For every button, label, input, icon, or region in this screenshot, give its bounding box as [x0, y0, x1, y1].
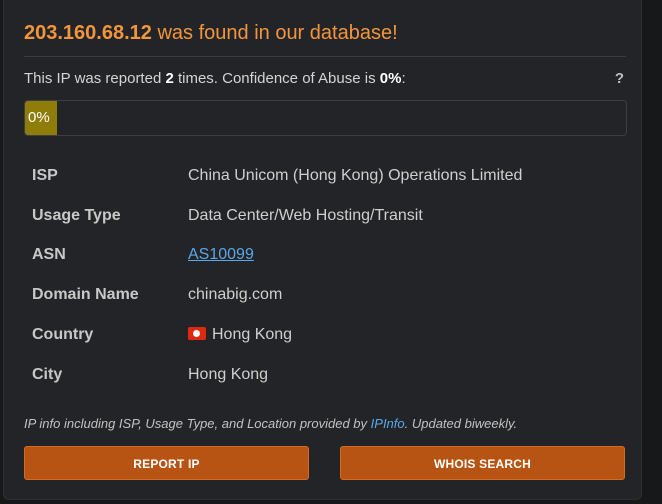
- table-row-country: Country Hong Kong: [24, 315, 626, 355]
- report-count: 2: [165, 70, 174, 87]
- country-value: Hong Kong: [212, 326, 293, 344]
- summary-end: :: [401, 70, 406, 87]
- table-row-domain: Domain Name chinabig.com: [24, 275, 626, 315]
- title-suffix: was found in our database!: [151, 22, 398, 44]
- ip-details-table: ISP China Unicom (Hong Kong) Operations …: [24, 156, 626, 395]
- table-row-isp: ISP China Unicom (Hong Kong) Operations …: [24, 156, 626, 196]
- confidence-value: 0%: [379, 70, 402, 87]
- asn-cell: AS10099: [188, 236, 626, 276]
- ipinfo-link[interactable]: IPInfo: [371, 416, 405, 431]
- domain-name-value: chinabig.com: [188, 286, 283, 304]
- asn-link[interactable]: AS10099: [188, 246, 254, 263]
- domain-name-label: Domain Name: [32, 286, 139, 304]
- ip-address: 203.160.68.12: [24, 22, 152, 44]
- usage-type-value: Data Center/Web Hosting/Transit: [188, 206, 423, 224]
- summary-prefix: This IP was reported: [24, 70, 166, 87]
- page-title: 203.160.68.12 was found in our database!: [24, 22, 398, 45]
- usage-type-label: Usage Type: [32, 206, 121, 224]
- confidence-progress-bar: 0%: [24, 100, 627, 136]
- ip-report-panel: 203.160.68.12 was found in our database!…: [3, 0, 642, 500]
- footnote-prefix: IP info including ISP, Usage Type, and L…: [24, 416, 371, 431]
- report-ip-button[interactable]: REPORT IP: [24, 446, 309, 480]
- isp-value: China Unicom (Hong Kong) Operations Limi…: [188, 166, 523, 184]
- divider: [24, 56, 626, 57]
- progress-fill: 0%: [25, 101, 57, 135]
- whois-search-button[interactable]: WHOIS SEARCH: [340, 446, 625, 480]
- city-value: Hong Kong: [188, 365, 269, 383]
- hong-kong-flag-icon: [188, 327, 206, 341]
- isp-label: ISP: [32, 166, 58, 184]
- table-row-asn: ASN AS10099: [24, 236, 626, 276]
- country-cell: Hong Kong: [188, 315, 626, 355]
- help-icon[interactable]: ?: [615, 70, 624, 87]
- summary-middle: times. Confidence of Abuse is: [173, 70, 380, 87]
- data-source-note: IP info including ISP, Usage Type, and L…: [24, 416, 517, 431]
- table-row-city: City Hong Kong: [24, 355, 626, 395]
- city-label: City: [32, 365, 63, 383]
- report-summary: This IP was reported 2 times. Confidence…: [24, 70, 406, 87]
- asn-label: ASN: [32, 246, 66, 264]
- footnote-suffix: . Updated biweekly.: [404, 416, 518, 431]
- table-row-usage-type: Usage Type Data Center/Web Hosting/Trans…: [24, 196, 626, 236]
- country-label: Country: [32, 326, 94, 344]
